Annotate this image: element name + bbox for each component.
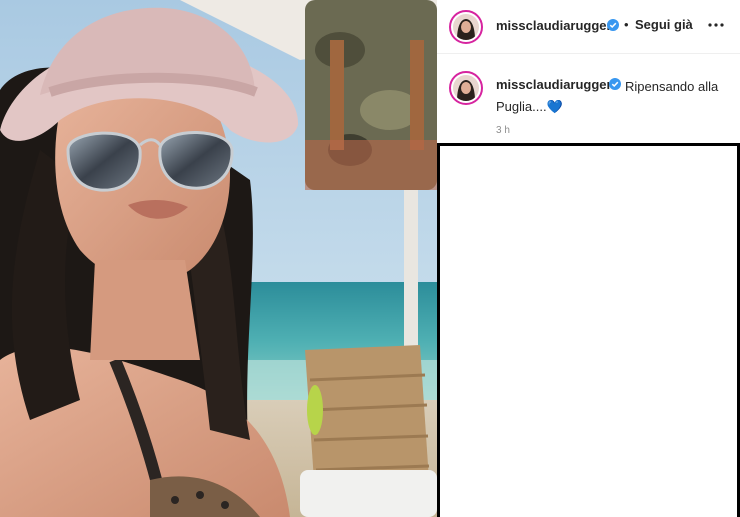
post-header: missclaudiaruggeri • Segui già (437, 0, 740, 54)
avatar-image (453, 75, 479, 101)
separator-dot: • (624, 17, 629, 32)
post-side-panel: missclaudiaruggeri • Segui già missclaud… (437, 0, 740, 517)
caption-text: Ripensando alla Puglia....💙 (496, 79, 719, 114)
post-photo[interactable] (0, 0, 437, 517)
caption-avatar[interactable] (449, 71, 483, 105)
verified-badge-icon (607, 19, 619, 31)
post-caption: missclaudiaruggeri Ripensando alla Pugli… (437, 55, 740, 143)
comments-area (440, 146, 737, 517)
username-link[interactable]: missclaudiaruggeri (496, 18, 615, 33)
avatar[interactable] (449, 10, 483, 44)
beach-selfie-image (0, 0, 437, 517)
more-horizontal-icon[interactable] (707, 16, 725, 34)
post-timestamp[interactable]: 3 h (496, 125, 510, 136)
follow-button[interactable]: Segui già (635, 17, 693, 32)
avatar-image (453, 14, 479, 40)
